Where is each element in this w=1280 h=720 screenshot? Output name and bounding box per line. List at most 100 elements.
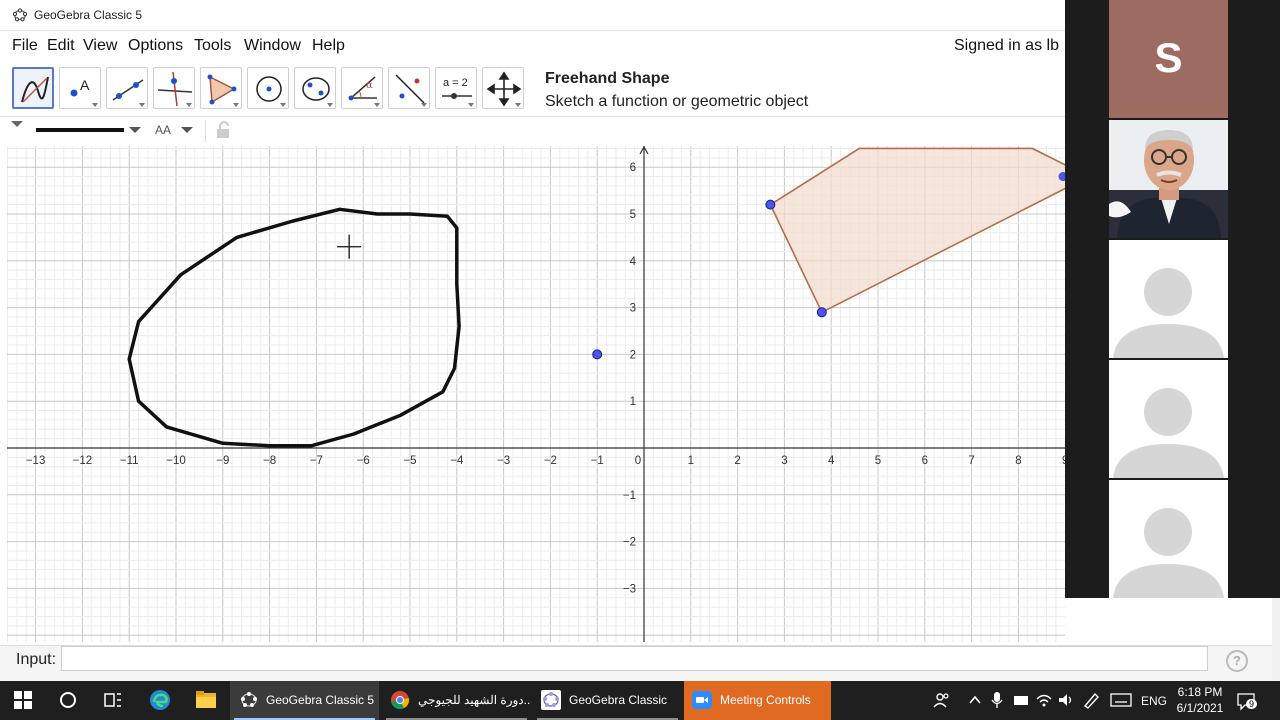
action-center-button[interactable]: 9	[1236, 691, 1258, 711]
wifi-icon[interactable]	[1035, 691, 1053, 709]
chrome-icon	[391, 691, 410, 710]
input-label: Input:	[16, 651, 57, 668]
stylebar-toggle-icon[interactable]	[10, 120, 24, 128]
y-tick-label: 5	[630, 209, 636, 221]
participant-initial: S	[1154, 34, 1183, 81]
menu-window[interactable]: Window	[244, 37, 301, 55]
x-tick-label: −2	[544, 455, 557, 467]
participant-tile-initial[interactable]: S	[1109, 0, 1228, 118]
x-tick-label: −1	[591, 455, 604, 467]
menu-help[interactable]: Help	[312, 37, 345, 55]
menu-edit[interactable]: Edit	[47, 37, 75, 55]
svg-text:α: α	[366, 80, 373, 91]
input-field[interactable]	[61, 646, 1208, 671]
graphics-canvas[interactable]: −13−12−11−10−9−8−7−6−5−4−3−2−10123456789…	[7, 146, 1065, 642]
taskbar-app-label: دورة الشهيد للجيوجي...	[418, 693, 531, 707]
line-style-dropdown-icon[interactable]	[128, 126, 142, 134]
style-bar: AA	[0, 117, 1065, 145]
keyboard-icon[interactable]	[1110, 691, 1132, 709]
free-point[interactable]	[592, 349, 603, 360]
polygon-vertex-point[interactable]	[765, 199, 776, 210]
taskbar-app-label: GeoGebra Classic 5	[266, 693, 375, 707]
geogebra-icon	[541, 690, 561, 710]
participant-tile-video[interactable]	[1109, 120, 1228, 238]
volume-icon[interactable]	[1057, 691, 1075, 709]
polygon-tool[interactable]	[200, 67, 242, 109]
avatar-placeholder-icon	[1109, 240, 1228, 358]
stylebar-divider	[205, 120, 206, 142]
circle-tool[interactable]	[247, 67, 289, 109]
line-style-swatch[interactable]	[36, 128, 124, 132]
y-tick-label: 3	[630, 303, 636, 315]
menu-file[interactable]: File	[12, 37, 38, 55]
text-size-dropdown-icon[interactable]	[180, 126, 194, 134]
title-bar: GeoGebra Classic 5	[0, 0, 1065, 31]
slider-tool[interactable]: a = 2	[435, 67, 477, 109]
x-tick-label: −3	[497, 455, 510, 467]
y-tick-label: 4	[630, 256, 637, 268]
x-tick-label: 6	[922, 455, 928, 467]
perpendicular-line-tool[interactable]	[153, 67, 195, 109]
taskbar: GeoGebra Classic 5 دورة الشهيد للجيوجي..…	[0, 681, 1280, 720]
windows-start-icon[interactable]	[14, 691, 32, 709]
x-tick-label: −8	[263, 455, 276, 467]
geogebra-app-icon	[13, 8, 27, 22]
y-tick-label: 1	[630, 396, 636, 408]
y-tick-label: 2	[630, 349, 636, 361]
taskbar-app-zoom-meeting-controls[interactable]: Meeting Controls	[684, 681, 831, 720]
reflect-tool[interactable]	[388, 67, 430, 109]
language-indicator[interactable]: ENG	[1141, 694, 1167, 708]
taskbar-app-geogebra-5[interactable]: GeoGebra Classic 5	[230, 681, 379, 720]
text-size-label[interactable]: AA	[155, 123, 171, 137]
input-help-button[interactable]: ?	[1226, 650, 1248, 672]
file-explorer-icon[interactable]	[195, 690, 217, 710]
line-tool[interactable]	[106, 67, 148, 109]
polygon-shape[interactable]	[769, 147, 1065, 314]
menu-tools[interactable]: Tools	[194, 37, 231, 55]
y-tick-label: −1	[623, 490, 636, 502]
chevron-up-icon[interactable]	[968, 691, 982, 709]
people-icon[interactable]	[933, 691, 951, 709]
tool-description: Sketch a function or geometric object	[545, 93, 809, 110]
participant-tile-placeholder-3[interactable]	[1109, 480, 1228, 598]
x-tick-label: −12	[73, 455, 93, 467]
system-clock[interactable]: 6:18 PM 6/1/2021	[1168, 684, 1232, 716]
edge-browser-icon[interactable]	[149, 689, 171, 711]
menu-bar: File Edit View Options Tools Window Help	[0, 31, 1065, 61]
x-tick-label: −10	[166, 455, 186, 467]
taskbar-app-chrome[interactable]: دورة الشهيد للجيوجي...	[382, 681, 531, 720]
x-tick-label: 4	[828, 455, 835, 467]
network-device-icon[interactable]	[1012, 691, 1030, 709]
taskbar-app-geogebra-classic[interactable]: GeoGebra Classic	[533, 681, 682, 720]
x-tick-label: −6	[357, 455, 370, 467]
microphone-icon[interactable]	[990, 691, 1004, 709]
point-text-tool[interactable]: A	[59, 67, 101, 109]
task-view-icon[interactable]	[104, 691, 122, 709]
signed-in-label[interactable]: Signed in as lb	[954, 37, 1059, 55]
x-tick-label: −13	[26, 455, 46, 467]
window-title: GeoGebra Classic 5	[34, 8, 143, 22]
avatar-placeholder-icon	[1109, 480, 1228, 598]
taskbar-app-label: GeoGebra Classic	[569, 693, 668, 707]
x-tick-label: −11	[120, 455, 139, 467]
menu-view[interactable]: View	[83, 37, 117, 55]
polygon-vertex-point[interactable]	[816, 307, 827, 318]
pen-icon[interactable]	[1082, 691, 1100, 709]
x-tick-label: 3	[781, 455, 787, 467]
zoom-video-panel: S	[1065, 0, 1280, 598]
participant-tile-placeholder-1[interactable]	[1109, 240, 1228, 358]
menu-options[interactable]: Options	[128, 37, 183, 55]
graphics-view[interactable]: −13−12−11−10−9−8−7−6−5−4−3−2−10123456789…	[7, 146, 1065, 642]
y-tick-label: 6	[630, 162, 636, 174]
participant-tile-placeholder-2[interactable]	[1109, 360, 1228, 478]
freehand-icon	[21, 76, 49, 103]
freehand-shape-tool[interactable]	[12, 67, 54, 109]
avatar-placeholder-icon	[1109, 360, 1228, 478]
zoom-camera-icon	[692, 691, 712, 709]
lock-icon[interactable]	[214, 121, 232, 139]
x-tick-label: −5	[403, 455, 416, 467]
move-graphics-view-tool[interactable]	[482, 67, 524, 109]
angle-tool[interactable]: α	[341, 67, 383, 109]
search-circle-icon[interactable]	[59, 691, 77, 709]
conic-tool[interactable]	[294, 67, 336, 109]
